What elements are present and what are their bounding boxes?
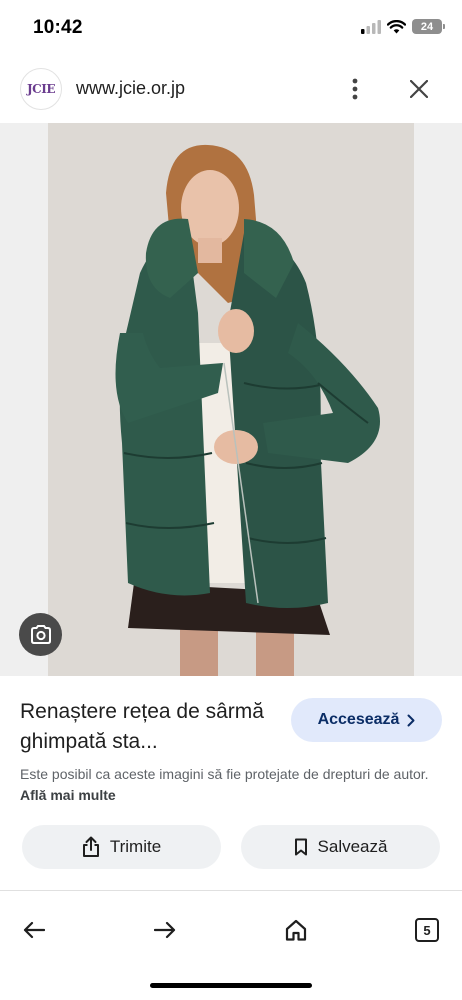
copyright-notice: Este posibil ca aceste imagini să fie pr…	[20, 764, 445, 806]
visit-button-label: Accesează	[317, 711, 400, 728]
result-title: Renaștere rețea de sârmă ghimpată sta...	[20, 700, 264, 753]
status-bar: 10:42 24	[0, 0, 462, 56]
home-button[interactable]	[279, 913, 313, 947]
visit-button[interactable]: Accesează	[291, 698, 442, 742]
signal-icon	[361, 19, 381, 34]
arrow-left-icon	[23, 921, 45, 939]
divider	[0, 890, 462, 891]
forward-button[interactable]	[148, 913, 182, 947]
wifi-icon	[387, 19, 406, 33]
lens-camera-icon	[30, 624, 51, 644]
save-button[interactable]: Salvează	[241, 825, 440, 869]
learn-more-link[interactable]: Află mai multe	[20, 787, 116, 803]
tabs-button[interactable]: 5	[410, 913, 444, 947]
close-button[interactable]	[404, 74, 434, 104]
battery-icon: 24	[412, 19, 445, 34]
site-url[interactable]: www.jcie.or.jp	[76, 78, 185, 99]
model-in-green-puffer-jacket-image	[48, 123, 414, 676]
image-viewer	[0, 123, 462, 676]
save-button-label: Salvează	[317, 837, 388, 856]
browser-toolbar: 5	[0, 905, 462, 957]
home-icon	[285, 919, 307, 941]
close-icon	[410, 80, 428, 98]
more-vert-icon	[352, 78, 358, 100]
share-button[interactable]: Trimite	[22, 825, 221, 869]
google-lens-button[interactable]	[19, 613, 62, 656]
status-icons: 24	[361, 19, 445, 34]
arrow-right-icon	[154, 921, 176, 939]
status-time: 10:42	[33, 17, 83, 38]
copyright-text: Este posibil ca aceste imagini să fie pr…	[20, 766, 429, 782]
site-logo-text: JCIE	[27, 82, 56, 96]
more-options-button[interactable]	[342, 74, 368, 104]
chevron-right-icon	[407, 714, 415, 726]
share-button-label: Trimite	[109, 837, 162, 856]
share-icon	[82, 836, 99, 857]
result-image[interactable]	[48, 123, 414, 676]
home-indicator[interactable]	[150, 983, 312, 988]
bookmark-icon	[294, 838, 307, 856]
site-logo[interactable]: JCIE	[20, 68, 62, 110]
site-header: JCIE www.jcie.or.jp	[0, 60, 462, 120]
tab-count: 5	[415, 918, 439, 942]
back-button[interactable]	[17, 913, 51, 947]
